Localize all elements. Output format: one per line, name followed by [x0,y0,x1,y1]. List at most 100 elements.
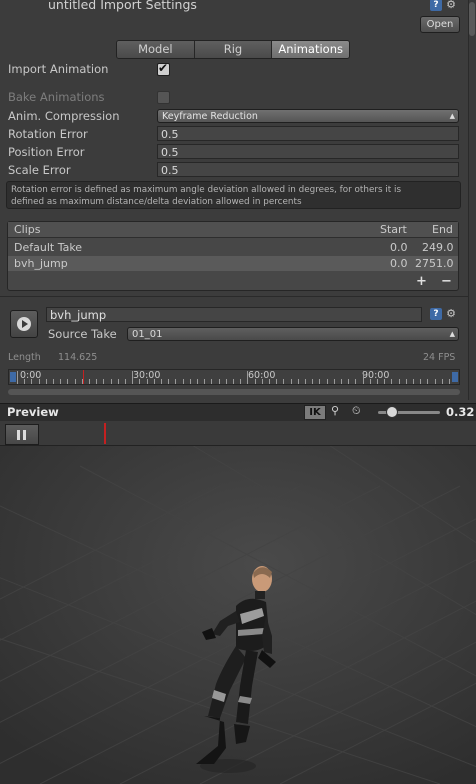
timeline-tick [254,379,256,384]
vertical-scrollbar[interactable] [468,0,476,400]
pause-icon-bar [23,430,26,440]
timeline-tick [60,379,62,384]
clip-row-selected[interactable]: bvh_jump 0.0 2751.0 [8,256,458,271]
timeline-tick [89,379,90,384]
timeline-tick [31,379,33,384]
timeline-tick [53,379,54,384]
scrollbar-thumb[interactable] [469,2,475,36]
fps-value: 24 FPS [423,352,456,363]
checkmark-icon: ✔ [158,61,169,75]
timeline-tick [45,379,47,384]
rotation-error-label: Rotation Error [8,127,88,141]
timeline-tick [427,379,429,384]
end-marker-icon[interactable] [452,372,458,382]
anim-compression-dropdown[interactable]: Keyframe Reduction ▲ [157,109,459,123]
timeline-tick [391,379,393,384]
source-take-value: 01_01 [132,329,163,340]
scale-error-label: Scale Error [8,163,71,177]
pause-icon [17,430,20,440]
help-icon[interactable]: ? [430,308,442,320]
source-take-dropdown[interactable]: 01_01 ▲ [127,327,459,341]
timeline-tick [168,379,170,384]
timeline-tick [441,379,443,384]
timeline-tick [74,379,76,384]
remove-clip-button[interactable]: − [441,274,452,289]
start-marker-icon[interactable] [10,372,16,382]
timeline-tick [96,379,98,384]
timeline-tick [17,371,18,384]
timeline-tick [384,379,386,384]
timeline-tick [125,379,126,384]
timeline-tick [283,379,285,384]
pause-button[interactable] [5,424,39,445]
timeline-tick [175,379,177,384]
timeline-tick [341,379,342,384]
timeline-tick [369,379,371,384]
add-clip-button[interactable]: + [416,274,427,289]
tab-model[interactable]: Model [117,41,195,58]
preview-scrubber[interactable] [0,421,476,446]
timeline-tick [413,379,414,384]
timeline-tick [103,379,105,384]
clip-name-field[interactable]: bvh_jump [46,307,422,322]
timeline-tick [449,379,450,384]
timeline-tick [326,379,328,384]
speed-value: 0.32 [446,405,475,419]
timeline-tick [405,379,407,384]
preview-scene [0,446,476,784]
timeline-label: 90:00 [362,370,390,381]
timeline-tick [420,379,422,384]
timeline-tick [132,371,134,384]
anim-compression-label: Anim. Compression [8,109,120,123]
timeline-tick [240,379,242,384]
timeline-tick [247,371,249,384]
timeline-tick [297,379,299,384]
play-icon [17,317,31,331]
timeline-tick [398,379,400,384]
rotation-error-field[interactable]: 0.5 [157,126,459,141]
help-icon[interactable]: ? [430,0,442,11]
tab-animations[interactable]: Animations [272,41,349,58]
timeline-scrollbar[interactable] [8,389,460,395]
timeline-tick [305,379,306,384]
clip-timeline[interactable]: 0:00 30:00 60:00 90:00 [8,369,460,385]
import-animation-label: Import Animation [8,62,109,76]
timeline-tick [233,379,234,384]
timeline-tick [211,379,213,384]
timeline-playhead [83,370,84,384]
clip-name: Default Take [14,241,83,254]
import-tabs: Model Rig Animations [116,40,350,59]
timeline-tick [81,379,83,384]
clip-name: bvh_jump [14,257,68,270]
timeline-tick [261,379,263,384]
timeline-tick [319,379,321,384]
length-label: Length [8,352,41,363]
clips-header-start: Start [380,223,407,236]
clip-row[interactable]: Default Take 0.0 249.0 [8,240,458,255]
open-button[interactable]: Open [420,16,460,33]
tab-rig[interactable]: Rig [194,41,273,58]
source-take-label: Source Take [48,327,117,341]
gear-icon[interactable]: ⚙ [445,0,457,11]
divider [0,296,468,297]
bake-animations-checkbox[interactable] [157,91,170,104]
timeline-tick [67,379,69,384]
timeline-tick [362,371,364,384]
clips-header-end: End [432,223,453,236]
timeline-tick [24,379,26,384]
play-clip-button[interactable] [10,310,38,338]
ik-toggle[interactable]: IK [304,405,326,420]
timeline-tick [146,379,148,384]
pivot-icon[interactable]: ⚲ [331,404,339,417]
preview-title: Preview [7,405,59,419]
preview-viewport[interactable] [0,446,476,784]
timeline-tick [182,379,184,384]
scale-error-field[interactable]: 0.5 [157,162,459,177]
preview-playhead [104,423,106,444]
gear-icon[interactable]: ⚙ [445,308,457,320]
help-line-1: Rotation error is defined as maximum ang… [11,185,402,195]
timeline-tick [290,379,292,384]
timeline-tick [312,379,314,384]
position-error-field[interactable]: 0.5 [157,144,459,159]
speed-icon[interactable]: ⏲ [352,404,361,418]
